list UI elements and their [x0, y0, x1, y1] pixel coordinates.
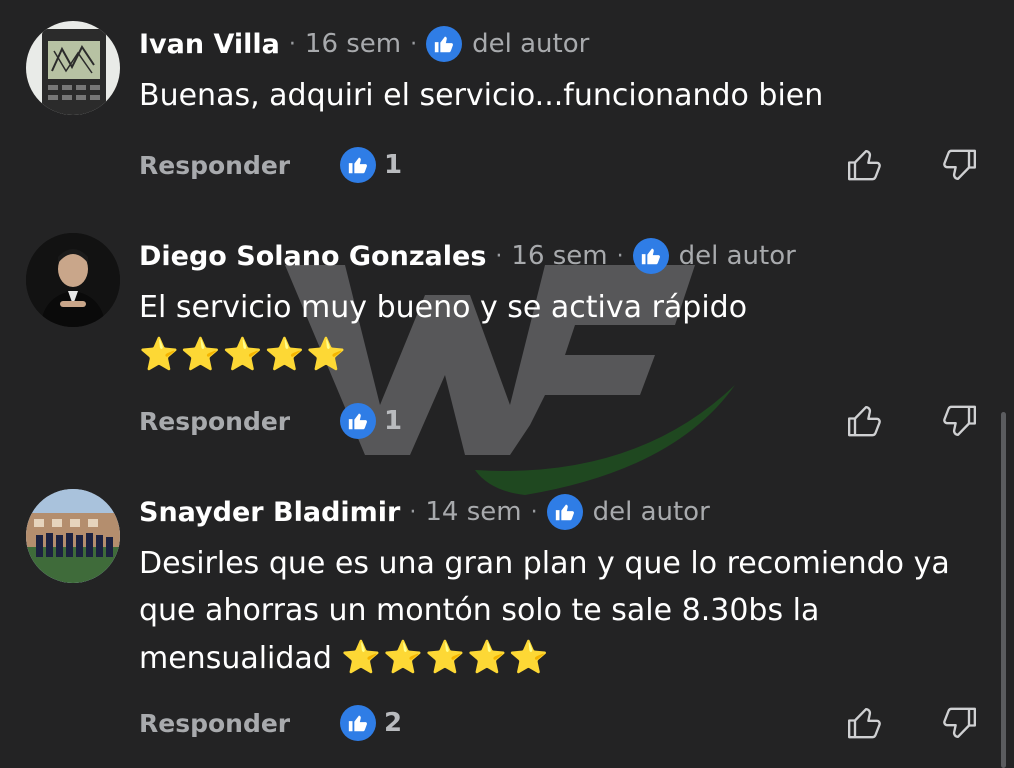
comment-body: El servicio muy bueno y se activa rápido — [139, 290, 748, 325]
like-outline-icon[interactable] — [845, 145, 885, 189]
like-count: 1 — [384, 150, 403, 180]
like-count-group: 1 — [340, 147, 402, 183]
avatar[interactable] — [26, 489, 120, 583]
comment-time: 16 sem — [304, 29, 402, 59]
comment-body: Buenas, adquiri el servicio...funcionand… — [139, 78, 824, 113]
like-count: 1 — [384, 406, 403, 436]
separator-dot: · — [409, 499, 417, 525]
comment-actions: Responder 1 — [139, 401, 999, 441]
avatar[interactable] — [26, 21, 120, 115]
author-liked-tag: del autor — [592, 497, 710, 527]
comment-text: El servicio muy bueno y se activa rápido… — [139, 284, 989, 379]
like-outline-icon[interactable] — [845, 401, 885, 445]
comment-actions: Responder 2 — [139, 703, 999, 743]
separator-dot: · — [410, 31, 418, 57]
author-liked-tag: del autor — [472, 29, 590, 59]
dislike-outline-icon[interactable] — [939, 145, 979, 189]
thumbs-up-badge-icon — [426, 26, 463, 62]
thumbs-up-badge-icon — [340, 705, 376, 741]
commenter-name[interactable]: Ivan Villa — [139, 29, 280, 60]
comment-text: Desirles que es una gran plan y que lo r… — [139, 540, 989, 682]
separator-dot: · — [530, 499, 538, 525]
like-count-group: 1 — [340, 403, 402, 439]
author-liked-tag: del autor — [678, 241, 796, 271]
comment-text: Buenas, adquiri el servicio...funcionand… — [139, 72, 989, 119]
separator-dot: · — [616, 243, 624, 269]
dislike-outline-icon[interactable] — [939, 401, 979, 445]
reply-button[interactable]: Responder — [139, 407, 290, 436]
like-count: 2 — [384, 708, 403, 738]
thumbs-up-badge-icon — [632, 238, 669, 274]
separator-dot: · — [495, 243, 503, 269]
avatar[interactable] — [26, 233, 120, 327]
dislike-outline-icon[interactable] — [939, 703, 979, 747]
scrollbar[interactable] — [1001, 412, 1006, 768]
comment-meta: Diego Solano Gonzales · 16 sem · del aut… — [139, 230, 796, 282]
thumbs-up-badge-icon — [340, 403, 376, 439]
like-count-group: 2 — [340, 705, 402, 741]
star-rating: ⭐⭐⭐⭐⭐ — [139, 335, 349, 373]
like-outline-icon[interactable] — [845, 703, 885, 747]
commenter-name[interactable]: Snayder Bladimir — [139, 497, 400, 528]
commenter-name[interactable]: Diego Solano Gonzales — [139, 241, 486, 272]
separator-dot: · — [288, 31, 296, 57]
comment-meta: Ivan Villa · 16 sem · del autor — [139, 18, 589, 70]
comment-time: 14 sem — [425, 497, 522, 527]
comment-time: 16 sem — [511, 241, 608, 271]
comment-meta: Snayder Bladimir · 14 sem · del autor — [139, 486, 710, 538]
reply-button[interactable]: Responder — [139, 151, 290, 180]
comment-actions: Responder 1 — [139, 145, 999, 185]
thumbs-up-badge-icon — [340, 147, 376, 183]
thumbs-up-badge-icon — [546, 494, 583, 530]
star-rating: ⭐⭐⭐⭐⭐ — [341, 638, 551, 676]
reply-button[interactable]: Responder — [139, 709, 290, 738]
